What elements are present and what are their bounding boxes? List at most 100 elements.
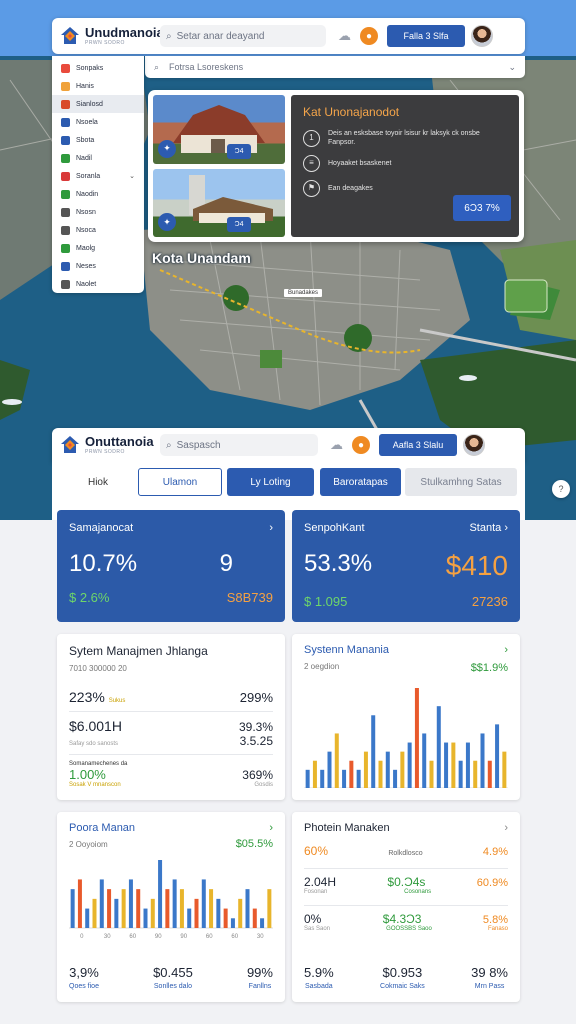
- chart-bar[interactable]: [114, 898, 119, 928]
- chart-bar[interactable]: [400, 751, 405, 788]
- photo-card[interactable]: Photein Manaken › 60% Rolkdlosco 4.9% 2.…: [292, 812, 520, 1002]
- chart-bar[interactable]: [342, 769, 347, 788]
- photo-pin-icon[interactable]: ✦: [158, 139, 176, 158]
- sidebar-item[interactable]: Neses: [52, 257, 144, 275]
- chevron-right-icon[interactable]: ›: [504, 644, 508, 656]
- logo[interactable]: Onuttanoia PRWN SODRO: [60, 435, 156, 455]
- chart-bar[interactable]: [487, 760, 492, 788]
- feature-action-button[interactable]: 6Ɔ3 7%: [453, 195, 511, 221]
- chart-bar[interactable]: [209, 889, 214, 928]
- chart-bar[interactable]: [121, 889, 126, 928]
- chart-bar[interactable]: [378, 760, 383, 788]
- chart-bar[interactable]: [305, 769, 310, 788]
- chart-bar[interactable]: [502, 751, 507, 788]
- chart-bar[interactable]: [444, 742, 449, 788]
- action-button[interactable]: Falla 3 Slfa: [387, 25, 465, 47]
- chart-bar[interactable]: [187, 908, 192, 928]
- sidebar-item[interactable]: Maolg: [52, 239, 144, 257]
- chart-bar[interactable]: [480, 733, 485, 788]
- system-card[interactable]: Sytem Manajmen Jhlanga 7010 300000 20 22…: [57, 634, 285, 800]
- sidebar-item[interactable]: Sbota: [52, 131, 144, 149]
- action-button[interactable]: Aafla 3 Slalu: [379, 434, 457, 456]
- chart-bar[interactable]: [92, 898, 97, 928]
- kpi-link[interactable]: Stanta ›: [469, 522, 508, 534]
- sidebar-item[interactable]: Nsosn: [52, 203, 144, 221]
- chart-bar[interactable]: [356, 769, 361, 788]
- chart-bar[interactable]: [99, 879, 104, 928]
- kpi-card-2[interactable]: Senpoh​Kant Stanta › 53.3% $410 $ 1.095 272…: [292, 510, 520, 622]
- help-icon[interactable]: ?: [552, 480, 570, 498]
- bell-icon[interactable]: ●: [352, 436, 370, 454]
- sidebar-item[interactable]: Nadil: [52, 149, 144, 167]
- avatar[interactable]: [471, 25, 493, 47]
- chart-bar[interactable]: [363, 751, 368, 788]
- chart-bar[interactable]: [107, 889, 112, 928]
- chart-bar[interactable]: [150, 898, 155, 928]
- sidebar-item[interactable]: Sianlosd: [52, 95, 144, 113]
- sidebar-item[interactable]: Sonpaks: [52, 59, 144, 77]
- search-dropdown[interactable]: ⌕ Fotrsa Lsoreskens ⌄: [145, 56, 525, 78]
- chart-bar[interactable]: [194, 898, 199, 928]
- chart-bar[interactable]: [252, 908, 257, 928]
- kpi-card-1[interactable]: Samajanocat › 10.7% 9 $ 2.6% S8B739: [57, 510, 285, 622]
- chart-bar[interactable]: [260, 918, 265, 928]
- chart-bar[interactable]: [385, 751, 390, 788]
- sidebar-item[interactable]: Naodin: [52, 185, 144, 203]
- tab-hiok[interactable]: Hiok: [62, 468, 134, 496]
- photo-building[interactable]: ✦ Ɔ4: [153, 95, 285, 164]
- chart-bar[interactable]: [312, 760, 317, 788]
- chart-bar[interactable]: [172, 879, 177, 928]
- bar-chart-card-2[interactable]: Poora Manan 2 Ooyoiom › $05.5% 0 30 60 90 90…: [57, 812, 285, 1002]
- avatar[interactable]: [463, 434, 485, 456]
- chart-bar[interactable]: [165, 889, 170, 928]
- chart-bar[interactable]: [327, 751, 332, 788]
- chart-bar[interactable]: [334, 733, 339, 788]
- bar-chart-card-1[interactable]: Systenn Manania 2 oegdion › $$1.9%: [292, 634, 520, 800]
- map-tag[interactable]: Bunadakes: [284, 289, 323, 297]
- chart-bar[interactable]: [371, 715, 376, 788]
- sidebar-item[interactable]: Nsoela: [52, 113, 144, 131]
- chart-bar[interactable]: [267, 889, 272, 928]
- chart-bar[interactable]: [216, 898, 221, 928]
- chart-bar[interactable]: [85, 908, 90, 928]
- chart-bar[interactable]: [422, 733, 427, 788]
- chart-bar[interactable]: [238, 898, 243, 928]
- search-input[interactable]: ⌕ Setar anar deayand: [160, 25, 326, 47]
- chart-bar[interactable]: [136, 889, 141, 928]
- chart-bar[interactable]: [473, 760, 478, 788]
- chart-bar[interactable]: [393, 769, 398, 788]
- chart-bar[interactable]: [77, 879, 82, 928]
- chevron-down-icon[interactable]: ⌄: [508, 62, 516, 73]
- chevron-down-icon[interactable]: ⌄: [129, 172, 135, 180]
- chart-bar[interactable]: [436, 706, 441, 788]
- logo[interactable]: Unudmanoia PRWN SODRO: [60, 26, 164, 46]
- photo-pin-icon[interactable]: ✦: [158, 213, 176, 231]
- chart-bar[interactable]: [495, 724, 500, 788]
- tab-stulkamhng[interactable]: Stulkamhng Satas: [405, 468, 517, 496]
- chart-bar[interactable]: [230, 918, 235, 928]
- cloud-icon[interactable]: ☁: [338, 28, 351, 44]
- chart-bar[interactable]: [458, 760, 463, 788]
- chart-bar[interactable]: [143, 908, 148, 928]
- photo-count-badge[interactable]: Ɔ4: [227, 143, 251, 159]
- sidebar-item[interactable]: Nsoca: [52, 221, 144, 239]
- chart-bar[interactable]: [451, 742, 456, 788]
- chevron-right-icon[interactable]: ›: [269, 522, 273, 534]
- sidebar-item[interactable]: Soranla ⌄: [52, 167, 144, 185]
- chart-bar[interactable]: [465, 742, 470, 788]
- chart-bar[interactable]: [407, 742, 412, 788]
- chart-bar[interactable]: [70, 889, 75, 928]
- sidebar-item[interactable]: Hanis: [52, 77, 144, 95]
- chart-bar[interactable]: [223, 908, 228, 928]
- tab-baroratapas[interactable]: Baroratapas: [320, 468, 401, 496]
- chart-bar[interactable]: [201, 879, 206, 928]
- sidebar-item[interactable]: Naolet: [52, 275, 144, 293]
- chart-bar[interactable]: [245, 889, 250, 928]
- chart-bar[interactable]: [320, 769, 325, 788]
- bell-icon[interactable]: ●: [360, 27, 378, 45]
- photo-count-badge[interactable]: Ɔ4: [227, 217, 251, 232]
- chart-bar[interactable]: [128, 879, 133, 928]
- chart-bar[interactable]: [158, 860, 163, 928]
- chevron-right-icon[interactable]: ›: [269, 822, 273, 834]
- tab-ulamon[interactable]: Ulamon: [138, 468, 222, 496]
